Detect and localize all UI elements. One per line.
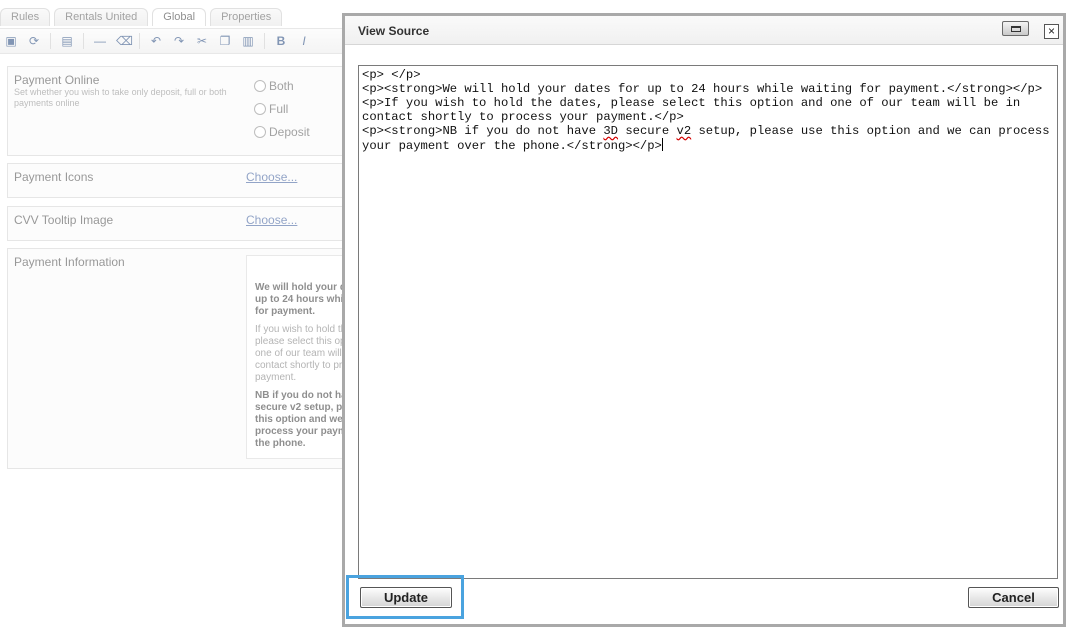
tab-rules[interactable]: Rules bbox=[0, 8, 51, 26]
copy-icon[interactable]: ❐ bbox=[218, 34, 232, 48]
preview-spacer bbox=[255, 256, 347, 276]
toolbar-divider bbox=[83, 33, 84, 49]
cvv-tooltip-panel: CVV Tooltip Image Choose... bbox=[7, 206, 347, 241]
preview-paragraph: We will hold your dates for up to 24 hou… bbox=[255, 282, 347, 317]
toolbar-divider bbox=[139, 33, 140, 49]
radio-deposit[interactable]: Deposit bbox=[254, 125, 310, 139]
redo-icon[interactable]: ↷ bbox=[172, 34, 186, 48]
horizontal-rule-icon[interactable]: ― bbox=[93, 34, 107, 48]
cvv-tooltip-choose-link[interactable]: Choose... bbox=[246, 213, 297, 227]
maximize-icon bbox=[1010, 25, 1021, 32]
source-line: <p><strong>NB if you do not have 3D secu… bbox=[362, 124, 1057, 153]
dialog-title: View Source bbox=[358, 24, 430, 38]
preview-paragraph: NB if you do not have 3D secure v2 setup… bbox=[255, 390, 347, 449]
preview-icon[interactable]: ▤ bbox=[60, 34, 74, 48]
tab-global[interactable]: Global bbox=[152, 8, 207, 26]
paste-icon[interactable]: ▥ bbox=[241, 34, 255, 48]
tab-rentals-united[interactable]: Rentals United bbox=[54, 8, 149, 26]
cancel-button[interactable]: Cancel bbox=[968, 587, 1059, 608]
payment-online-label: Payment Online bbox=[14, 73, 100, 87]
radio-full-label: Full bbox=[269, 102, 289, 116]
text-caret bbox=[661, 138, 663, 151]
payment-information-preview[interactable]: We will hold your dates for up to 24 hou… bbox=[246, 255, 348, 459]
radio-both[interactable]: Both bbox=[254, 79, 294, 93]
payment-icons-choose-link[interactable]: Choose... bbox=[246, 170, 297, 184]
editor-toolbar: ▣ ⟳ ▤ ― ⌫ ↶ ↷ ✂ ❐ ▥ B I bbox=[0, 28, 349, 54]
radio-icon[interactable] bbox=[254, 80, 266, 92]
preview-paragraph: If you wish to hold the dates, please se… bbox=[255, 324, 348, 383]
payment-information-label: Payment Information bbox=[14, 255, 125, 269]
bold-icon[interactable]: B bbox=[274, 34, 288, 48]
save-icon[interactable]: ▣ bbox=[4, 34, 18, 48]
tab-bar: Rules Rentals United Global Properties bbox=[0, 8, 286, 26]
view-source-dialog: View Source × <p> </p> <p><strong>We wil… bbox=[342, 13, 1066, 627]
source-text: <p><strong>NB if you do not have bbox=[362, 124, 604, 138]
source-textarea[interactable]: <p> </p> <p><strong>We will hold your da… bbox=[358, 65, 1058, 579]
source-line: <p><strong>We will hold your dates for u… bbox=[362, 82, 1043, 96]
cvv-tooltip-label: CVV Tooltip Image bbox=[14, 213, 114, 227]
radio-deposit-label: Deposit bbox=[269, 125, 310, 139]
source-line: <p> </p> bbox=[362, 68, 421, 82]
close-icon[interactable]: × bbox=[1044, 24, 1059, 39]
toolbar-divider bbox=[50, 33, 51, 49]
source-text: secure bbox=[618, 124, 677, 138]
maximize-button[interactable] bbox=[1002, 21, 1029, 36]
italic-icon[interactable]: I bbox=[297, 34, 311, 48]
payment-icons-label: Payment Icons bbox=[14, 170, 94, 184]
spellcheck-word: v2 bbox=[676, 124, 692, 138]
radio-full[interactable]: Full bbox=[254, 102, 288, 116]
tab-properties[interactable]: Properties bbox=[210, 8, 283, 26]
dialog-title-bar[interactable]: View Source × bbox=[345, 16, 1063, 45]
source-line: <p>If you wish to hold the dates, please… bbox=[362, 96, 1028, 124]
payment-information-panel: Payment Information We will hold your da… bbox=[7, 248, 348, 469]
spellcheck-word: 3D bbox=[603, 124, 618, 138]
payment-icons-panel: Payment Icons Choose... bbox=[7, 163, 347, 198]
undo-icon[interactable]: ↶ bbox=[149, 34, 163, 48]
refresh-icon[interactable]: ⟳ bbox=[27, 34, 41, 48]
toolbar-divider bbox=[264, 33, 265, 49]
update-button[interactable]: Update bbox=[360, 587, 452, 608]
radio-both-label: Both bbox=[269, 79, 294, 93]
radio-icon[interactable] bbox=[254, 126, 266, 138]
eraser-icon[interactable]: ⌫ bbox=[116, 34, 133, 48]
cut-icon[interactable]: ✂ bbox=[195, 34, 209, 48]
payment-online-panel: Payment Online Set whether you wish to t… bbox=[7, 66, 347, 156]
payment-online-description: Set whether you wish to take only deposi… bbox=[14, 87, 227, 108]
radio-icon[interactable] bbox=[254, 103, 266, 115]
